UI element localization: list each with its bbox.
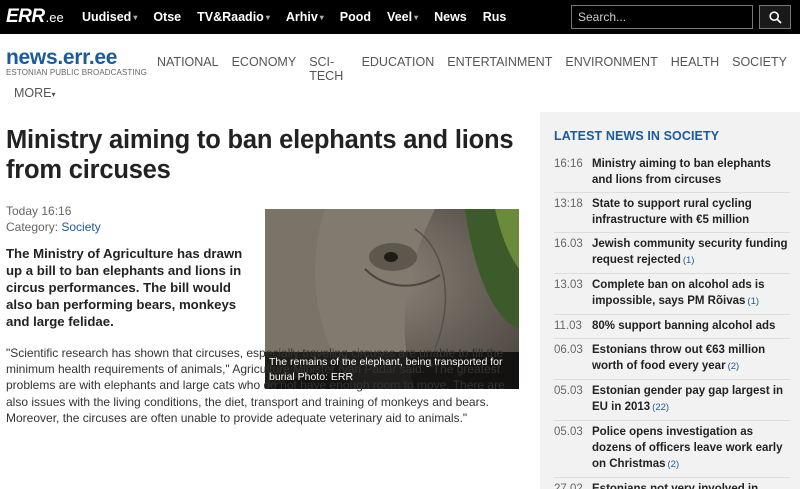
category-nav-item[interactable]: NATIONAL	[157, 55, 219, 83]
search-button[interactable]	[759, 5, 791, 29]
news-time: 11.03	[554, 320, 582, 332]
top-nav-item[interactable]: TV&Raadio ▾	[197, 10, 270, 24]
article-date: Today 16:16	[6, 204, 72, 218]
sidebar-heading: LATEST NEWS IN SOCIETY	[554, 129, 720, 143]
news-title[interactable]: Estonian gender pay gap largest in EU in…	[592, 385, 783, 413]
news-title-wrap: Estonians not very involved in	[592, 481, 758, 489]
news-title[interactable]: Ministry aiming to ban elephants and lio…	[592, 158, 771, 186]
comment-count[interactable]: (2)	[668, 459, 680, 470]
article-headline: Ministry aiming to ban elephants and lio…	[6, 126, 514, 184]
article-lead: The Ministry of Agriculture has drawn up…	[6, 246, 243, 329]
news-title-wrap: 80% support banning alcohol ads	[592, 318, 775, 334]
news-time: 27.02	[554, 483, 583, 489]
list-item[interactable]: 13.03 Complete ban on alcohol ads is impo…	[554, 273, 790, 314]
category-nav-item[interactable]: EDUCATION	[362, 55, 435, 83]
top-nav-item[interactable]: Otse	[153, 10, 181, 24]
news-title[interactable]: Estonians throw out €63 million worth of…	[592, 344, 765, 372]
top-nav-item[interactable]: Rus	[483, 10, 507, 24]
news-title-wrap: Estonian gender pay gap largest in EU in…	[592, 383, 790, 416]
category-label: Category:	[6, 220, 59, 234]
news-title-wrap: Police opens investigation as dozens of …	[592, 424, 790, 473]
news-time: 16.03	[554, 238, 583, 250]
article-body-text: "Scientific research has shown that circ…	[6, 346, 505, 425]
news-title-wrap: Jewish community security funding reques…	[592, 236, 790, 269]
search-input[interactable]	[571, 5, 753, 29]
news-time: 13.03	[554, 279, 583, 291]
news-title[interactable]: State to support rural cycling infrastru…	[592, 198, 752, 226]
category-nav-item[interactable]: ECONOMY	[232, 55, 297, 83]
caret-down-icon: ▾	[133, 12, 138, 22]
list-item[interactable]: 27.02 Estonians not very involved in	[554, 477, 790, 489]
news-time: 05.03	[554, 385, 583, 397]
more-menu[interactable]: MORE▾	[14, 86, 56, 100]
logo-mark: ERR	[6, 6, 45, 27]
news-title-wrap: Estonians throw out €63 million worth of…	[592, 342, 790, 375]
news-time: 16:16	[554, 158, 583, 170]
search-icon	[768, 10, 782, 24]
top-nav-label: TV&Raadio	[197, 10, 264, 24]
more-label: MORE	[14, 86, 52, 100]
list-item[interactable]: 06.03 Estonians throw out €63 million wor…	[554, 338, 790, 379]
top-nav-item[interactable]: Pood	[340, 10, 371, 24]
caret-down-icon: ▾	[51, 90, 56, 99]
category-link[interactable]: Society	[61, 220, 100, 234]
news-title[interactable]: Estonians not very involved in	[592, 483, 758, 489]
top-nav-label: Veel	[387, 10, 413, 24]
caret-down-icon: ▾	[265, 12, 270, 22]
news-time: 13:18	[554, 198, 583, 210]
news-title[interactable]: Complete ban on alcohol ads is impossibl…	[592, 279, 765, 307]
top-nav-item[interactable]: Arhiv ▾	[286, 10, 324, 24]
category-nav-item[interactable]: HEALTH	[671, 55, 719, 83]
site-subtitle: ESTONIAN PUBLIC BROADCASTING	[6, 68, 147, 77]
top-nav-label: Arhiv	[285, 10, 318, 24]
category-nav-item[interactable]: ENVIRONMENT	[565, 55, 657, 83]
article-body: "Scientific research has shown that circ…	[6, 345, 526, 426]
category-nav: NATIONAL ECONOMY SCI-TECH EDUCATION ENTERTAI…	[157, 55, 800, 83]
news-title[interactable]: Police opens investigation as dozens of …	[592, 426, 782, 470]
logo-suffix: .ee	[45, 9, 64, 25]
caret-down-icon: ▾	[414, 12, 419, 22]
comment-count[interactable]: (1)	[683, 255, 695, 266]
news-title-wrap: Complete ban on alcohol ads is impossibl…	[592, 277, 790, 310]
list-item[interactable]: 16.03 Jewish community security funding r…	[554, 232, 790, 273]
comment-count[interactable]: (2)	[728, 361, 740, 372]
top-nav-item[interactable]: Uudised ▾	[82, 10, 137, 24]
top-nav-item[interactable]: News	[434, 10, 467, 24]
category-nav-item[interactable]: ENTERTAINMENT	[447, 55, 552, 83]
top-nav: Uudised ▾ Otse TV&Raadio ▾ Arhiv ▾ Pood Veel ▾ New…	[82, 0, 522, 34]
top-nav-label: Rus	[482, 10, 507, 24]
top-nav-label: News	[434, 10, 467, 24]
news-title-wrap: Ministry aiming to ban elephants and lio…	[592, 156, 790, 188]
news-time: 05.03	[554, 426, 583, 438]
category-nav-item[interactable]: SCI-TECH	[309, 55, 348, 83]
top-nav-item[interactable]: Veel ▾	[387, 10, 418, 24]
list-item[interactable]: 13:18 State to support rural cycling infr…	[554, 192, 790, 232]
latest-news-list: 16:16 Ministry aiming to ban elephants an…	[554, 153, 790, 489]
news-title[interactable]: 80% support banning alcohol ads	[592, 320, 775, 332]
list-item[interactable]: 05.03 Police opens investigation as dozen…	[554, 420, 790, 477]
top-nav-label: Otse	[153, 10, 182, 24]
err-logo[interactable]: ERR .ee	[6, 6, 64, 28]
news-time: 06.03	[554, 344, 583, 356]
site-title[interactable]: news.err.ee	[6, 46, 117, 70]
caret-down-icon: ▾	[319, 12, 324, 22]
comment-count[interactable]: (1)	[747, 296, 759, 307]
top-nav-label: Uudised	[82, 10, 132, 24]
category-nav-item[interactable]: SOCIETY	[732, 55, 787, 83]
news-title-wrap: State to support rural cycling infrastru…	[592, 196, 790, 228]
list-item[interactable]: 05.03 Estonian gender pay gap largest in …	[554, 379, 790, 420]
article-category: Category: Society	[6, 220, 101, 234]
sidebar: LATEST NEWS IN SOCIETY 16:16 Ministry aim…	[540, 112, 800, 489]
top-nav-label: Pood	[339, 10, 372, 24]
list-item[interactable]: 16:16 Ministry aiming to ban elephants an…	[554, 153, 790, 192]
list-item[interactable]: 11.03 80% support banning alcohol ads	[554, 314, 790, 338]
top-bar: ERR .ee Uudised ▾ Otse TV&Raadio ▾ Arhiv ▾ Pood V…	[0, 0, 800, 34]
comment-count[interactable]: (22)	[652, 402, 669, 413]
